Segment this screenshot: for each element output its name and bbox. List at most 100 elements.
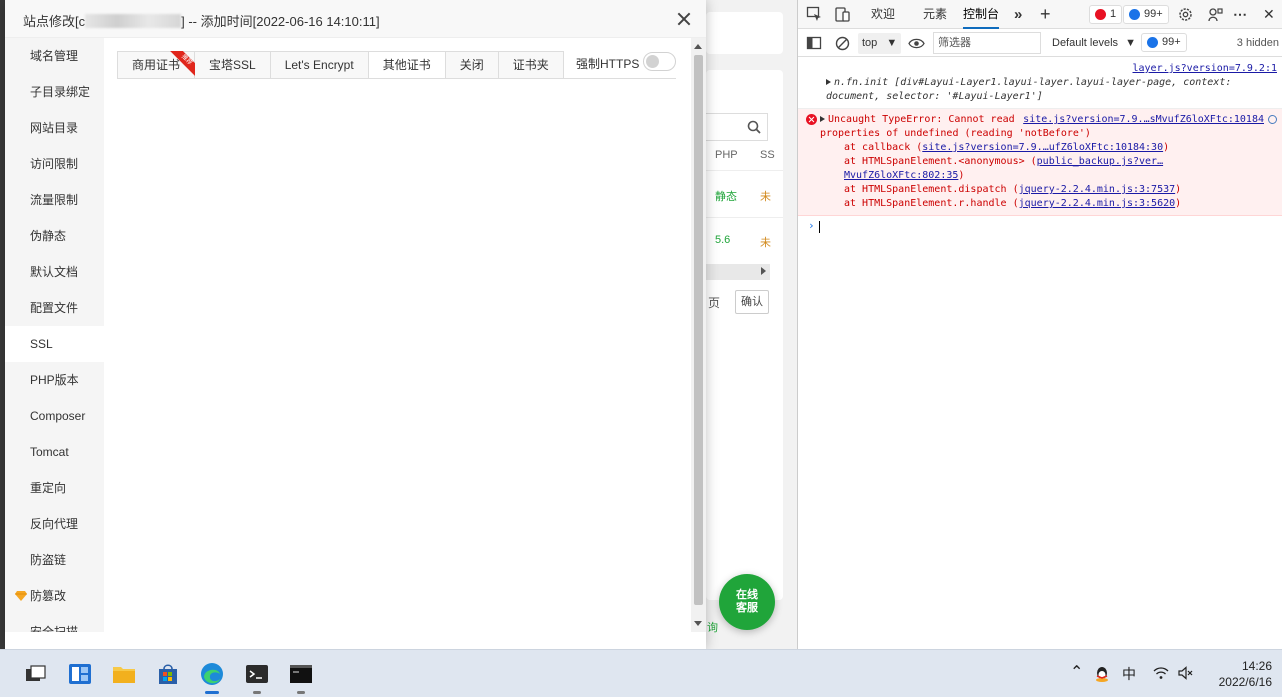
close-devtools-icon[interactable]: ✕: [1263, 0, 1275, 29]
log-source-link[interactable]: layer.js?version=7.9.2:1: [1133, 62, 1278, 76]
error-source-link[interactable]: site.js?version=7.9.…sMvufZ6loXFtc:10184: [1023, 113, 1264, 127]
message-count-badge[interactable]: 99+: [1123, 5, 1169, 24]
sidebar-item-14[interactable]: 防盗链: [5, 542, 104, 578]
scroll-down-icon[interactable]: [694, 621, 702, 626]
task-view-icon[interactable]: [22, 660, 50, 688]
clear-console-icon[interactable]: [834, 35, 851, 52]
search-icon[interactable]: [747, 120, 761, 134]
ssl-tab-1[interactable]: 宝塔SSL: [195, 51, 271, 79]
devtools-tab-console[interactable]: 控制台: [963, 0, 1000, 29]
ssl-tab-0[interactable]: 商用证书 推荐: [117, 51, 198, 79]
running-app-indicator: [297, 691, 305, 694]
close-icon[interactable]: [677, 12, 691, 26]
ssl-tab-3[interactable]: 其他证书: [368, 51, 446, 79]
windows-taskbar: ⌃ 中 14:26 2022/6/16: [0, 649, 1282, 697]
background-search-box[interactable]: [706, 113, 768, 141]
scroll-right-arrow-icon[interactable]: [761, 267, 766, 275]
error-count-badge[interactable]: 1: [1089, 5, 1123, 24]
scroll-up-icon[interactable]: [694, 44, 702, 49]
sidebar-item-9[interactable]: PHP版本: [5, 362, 104, 398]
stack-frame-link[interactable]: jquery-2.2.4.min.js:3:7537: [1019, 184, 1176, 195]
table-cell-status[interactable]: 静态: [715, 188, 737, 204]
log-text: n.fn.init [div#Layui-Layer1.layui-layer.…: [826, 77, 1232, 102]
force-https-toggle[interactable]: [643, 52, 676, 71]
widgets-icon[interactable]: [66, 660, 94, 688]
input-method-indicator[interactable]: 中: [1122, 664, 1136, 684]
system-clock[interactable]: 14:26 2022/6/16: [1202, 658, 1272, 690]
wifi-icon[interactable]: [1153, 666, 1169, 680]
live-expression-eye-icon[interactable]: [908, 35, 925, 52]
console-filter-input[interactable]: 筛选器: [933, 32, 1041, 54]
issues-badge[interactable]: 99+: [1141, 33, 1187, 52]
stack-frame-suffix: ): [1175, 198, 1182, 209]
stack-frame-link[interactable]: site.js?version=7.9.…ufZ6loXFtc:10184:30: [922, 142, 1163, 153]
sidebar-item-2[interactable]: 网站目录: [5, 110, 104, 146]
qq-icon[interactable]: [1093, 665, 1111, 683]
log-levels-label: Default levels: [1052, 37, 1119, 49]
prompt-chevron-icon: ›: [808, 219, 815, 232]
modal-scroll-thumb[interactable]: [694, 55, 703, 605]
devtools-tab-elements[interactable]: 元素: [923, 0, 947, 29]
ssl-tab-2[interactable]: Let's Encrypt: [270, 51, 369, 79]
device-emulation-icon[interactable]: [834, 6, 851, 23]
devtools-tab-welcome[interactable]: 欢迎: [871, 0, 895, 29]
stack-frame-suffix: ): [958, 170, 965, 181]
ssl-tab-4[interactable]: 关闭: [445, 51, 499, 79]
console-prompt[interactable]: ›: [798, 216, 1282, 234]
table-cell-ssl[interactable]: 未: [760, 234, 771, 250]
sidebar-item-4[interactable]: 流量限制: [5, 182, 104, 218]
sidebar-item-16[interactable]: 安全扫描: [5, 614, 104, 632]
sidebar-item-1[interactable]: 子目录绑定: [5, 74, 104, 110]
sidebar-item-11[interactable]: Tomcat: [5, 434, 104, 470]
modal-title-prefix: 站点修改[c: [23, 14, 86, 29]
sidebar-item-8[interactable]: SSL: [5, 326, 104, 362]
inspect-element-icon[interactable]: [806, 6, 823, 23]
sidebar-toggle-icon[interactable]: [806, 35, 823, 52]
online-support-button[interactable]: 在线 客服: [719, 574, 775, 630]
edge-app[interactable]: [198, 660, 226, 694]
table-cell-ssl[interactable]: 未: [760, 188, 771, 204]
ssl-tab-5[interactable]: 证书夹: [498, 51, 564, 79]
sidebar-item-3[interactable]: 访问限制: [5, 146, 104, 182]
sidebar-item-15[interactable]: 防篡改: [5, 578, 104, 614]
modal-scrollbar[interactable]: [691, 38, 706, 632]
expand-arrow-icon[interactable]: [820, 116, 825, 122]
table-horizontal-scrollbar[interactable]: [706, 264, 770, 280]
pagination-confirm-button[interactable]: 确认: [735, 290, 769, 314]
sidebar-item-7[interactable]: 配置文件: [5, 290, 104, 326]
store-icon[interactable]: [154, 660, 182, 688]
footer-link[interactable]: 询: [707, 619, 718, 635]
customize-icon[interactable]: [1207, 6, 1224, 23]
stack-frame-link[interactable]: jquery-2.2.4.min.js:3:5620: [1019, 198, 1176, 209]
sidebar-item-0[interactable]: 域名管理: [5, 38, 104, 74]
console-log-message[interactable]: layer.js?version=7.9.2:1 n.fn.init [div#…: [798, 58, 1282, 109]
sidebar-item-13[interactable]: 反向代理: [5, 506, 104, 542]
sidebar-item-6[interactable]: 默认文档: [5, 254, 104, 290]
cmd-app[interactable]: [287, 660, 315, 694]
sidebar-item-5[interactable]: 伪静态: [5, 218, 104, 254]
ssl-tabs: 商用证书 推荐 宝塔SSL Let's Encrypt 其他证书 关闭 证书夹: [117, 51, 564, 79]
expand-arrow-icon[interactable]: [826, 79, 831, 85]
file-explorer-icon[interactable]: [110, 660, 138, 688]
more-options-icon[interactable]: ⋯: [1233, 0, 1247, 29]
console-error-message[interactable]: site.js?version=7.9.…sMvufZ6loXFtc:10184…: [798, 109, 1282, 216]
hidden-messages-count[interactable]: 3 hidden: [1237, 37, 1279, 49]
add-tab-icon[interactable]: +: [1040, 0, 1051, 29]
modal-header: 站点修改[c] -- 添加时间[2022-06-16 14:10:11]: [5, 0, 706, 38]
search-icon[interactable]: [1268, 115, 1277, 124]
terminal-app[interactable]: [243, 660, 271, 694]
context-selector[interactable]: top ▼: [858, 33, 902, 54]
table-cell-php-version[interactable]: 5.6: [715, 234, 730, 246]
sidebar-item-10[interactable]: Composer: [5, 398, 104, 434]
devtools-panel: 欢迎 元素 控制台 » + 1 99+ ⋯ ✕ top ▼ 筛选器 Defaul…: [797, 0, 1282, 649]
volume-muted-icon[interactable]: [1178, 666, 1194, 680]
sidebar-item-label: 网站目录: [30, 121, 79, 135]
sidebar-item-12[interactable]: 重定向: [5, 470, 104, 506]
gear-icon[interactable]: [1177, 6, 1194, 23]
more-tabs-icon[interactable]: »: [1014, 0, 1022, 29]
stack-frame-prefix: at HTMLSpanElement.<anonymous> (: [844, 156, 1037, 167]
log-levels-selector[interactable]: Default levels ▼: [1048, 33, 1140, 54]
sidebar-item-label: Tomcat: [30, 445, 69, 459]
show-hidden-icons-chevron-up-icon[interactable]: ⌃: [1070, 662, 1083, 682]
redacted-site-name: [85, 14, 182, 28]
